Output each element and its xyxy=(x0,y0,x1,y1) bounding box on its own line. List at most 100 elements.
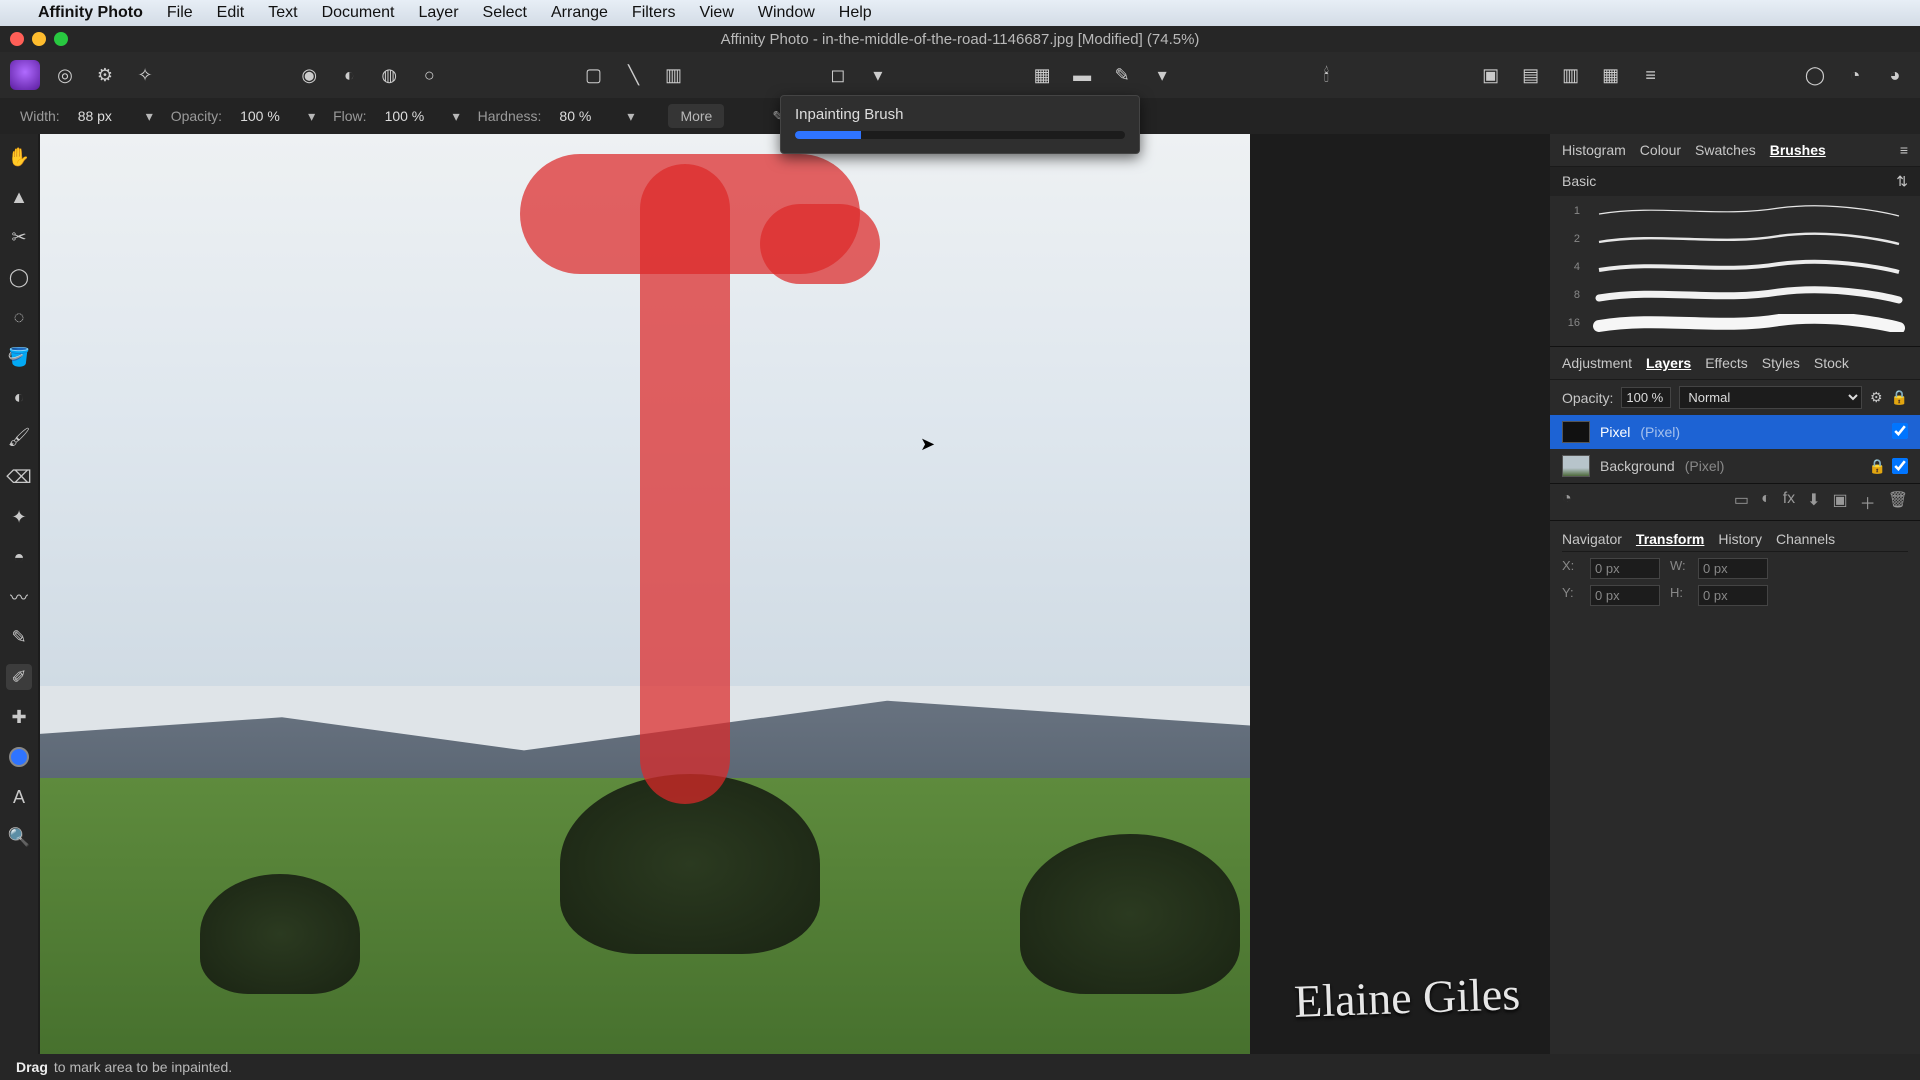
tab-adjustment[interactable]: Adjustment xyxy=(1562,355,1632,371)
arrange-forward-button[interactable]: ▤ xyxy=(1516,60,1546,90)
layer-visibility-checkbox[interactable] xyxy=(1892,423,1908,439)
soft-proof-icon[interactable]: ○ xyxy=(414,60,444,90)
mask-layer-icon[interactable]: ▭ xyxy=(1734,490,1749,514)
blend-ranges-icon[interactable]: ◔ xyxy=(1562,490,1572,514)
transform-h-input[interactable] xyxy=(1698,585,1768,606)
menu-select[interactable]: Select xyxy=(483,4,527,22)
black-white-icon[interactable]: ◐ xyxy=(334,60,364,90)
flow-input[interactable] xyxy=(385,108,435,124)
assistant-icon[interactable]: 🕯 xyxy=(1311,60,1341,90)
more-button[interactable]: More xyxy=(668,104,724,128)
hardness-input[interactable] xyxy=(559,108,609,124)
document-canvas[interactable]: ➤ xyxy=(40,134,1250,1054)
flood-fill-tool[interactable]: 🪣 xyxy=(6,344,32,370)
tab-styles[interactable]: Styles xyxy=(1762,355,1800,371)
tab-transform[interactable]: Transform xyxy=(1636,531,1704,547)
add-pixel-layer-icon[interactable]: ＋ xyxy=(1860,490,1876,514)
selection-mode-line-icon[interactable]: ╲ xyxy=(619,60,649,90)
merge-icon[interactable]: ⬇ xyxy=(1807,490,1820,514)
tab-history[interactable]: History xyxy=(1718,531,1762,547)
snapping-button[interactable]: ▦ xyxy=(1027,60,1057,90)
arrange-backward-button[interactable]: ▥ xyxy=(1556,60,1586,90)
menu-text[interactable]: Text xyxy=(268,4,297,22)
inpainting-brush-tool[interactable]: ✐ xyxy=(6,664,32,690)
width-input[interactable] xyxy=(78,108,128,124)
tab-navigator[interactable]: Navigator xyxy=(1562,531,1622,547)
tab-effects[interactable]: Effects xyxy=(1705,355,1748,371)
tab-channels[interactable]: Channels xyxy=(1776,531,1835,547)
quick-mask-button[interactable]: ◻ xyxy=(823,60,853,90)
colour-swatch[interactable] xyxy=(6,744,32,770)
menu-arrange[interactable]: Arrange xyxy=(551,4,608,22)
layer-visibility-checkbox[interactable] xyxy=(1892,458,1908,474)
clone-brush-tool[interactable]: ✦ xyxy=(6,504,32,530)
flow-dropdown-icon[interactable]: ▾ xyxy=(453,108,460,125)
brush-preset[interactable]: 2 xyxy=(1562,230,1908,248)
selection-mode-lasso-icon[interactable]: ▥ xyxy=(659,60,689,90)
adjustment-layer-icon[interactable]: ◐ xyxy=(1761,490,1771,514)
align-button[interactable]: ≡ xyxy=(1636,60,1666,90)
text-tool[interactable]: A xyxy=(6,784,32,810)
brush-preset[interactable]: 4 xyxy=(1562,258,1908,276)
menu-layer[interactable]: Layer xyxy=(419,4,459,22)
arrange-front-button[interactable]: ▣ xyxy=(1476,60,1506,90)
tab-stock[interactable]: Stock xyxy=(1814,355,1849,371)
arrange-back-button[interactable]: ▦ xyxy=(1596,60,1626,90)
menu-help[interactable]: Help xyxy=(839,4,872,22)
move-tool[interactable]: ▲ xyxy=(6,184,32,210)
toggle-assist-button[interactable]: ✎ xyxy=(1107,60,1137,90)
transform-y-input[interactable] xyxy=(1590,585,1660,606)
width-dropdown-icon[interactable]: ▾ xyxy=(146,108,153,125)
menu-view[interactable]: View xyxy=(699,4,733,22)
liquify-persona-button[interactable]: ⚙ xyxy=(90,60,120,90)
fx-layer-icon[interactable]: fx xyxy=(1783,490,1795,514)
healing-brush-tool[interactable]: ✚ xyxy=(6,704,32,730)
window-minimize-button[interactable] xyxy=(32,32,46,46)
menu-window[interactable]: Window xyxy=(758,4,815,22)
tab-layers[interactable]: Layers xyxy=(1646,355,1691,371)
transform-w-input[interactable] xyxy=(1698,558,1768,579)
tab-colour[interactable]: Colour xyxy=(1640,142,1681,158)
canvas-area[interactable]: ➤ Elaine Giles xyxy=(38,134,1550,1054)
selection-brush-tool[interactable]: ◯ xyxy=(6,264,32,290)
retouch-tool[interactable]: ✎ xyxy=(6,624,32,650)
develop-persona-button[interactable]: ◎ xyxy=(50,60,80,90)
dodge-burn-tool[interactable]: ◓ xyxy=(6,544,32,570)
tab-histogram[interactable]: Histogram xyxy=(1562,142,1626,158)
view-tool[interactable]: ✋ xyxy=(6,144,32,170)
panel-menu-icon[interactable]: ≡ xyxy=(1900,142,1908,158)
group-icon[interactable]: ▣ xyxy=(1833,490,1848,514)
opacity-dropdown-icon[interactable]: ▾ xyxy=(308,108,315,125)
assist-dropdown[interactable]: ▾ xyxy=(1147,60,1177,90)
window-close-button[interactable] xyxy=(10,32,24,46)
colour-wheel-icon[interactable]: ◉ xyxy=(294,60,324,90)
opacity-input[interactable] xyxy=(240,108,290,124)
brush-preset[interactable]: 16 xyxy=(1562,314,1908,332)
menu-document[interactable]: Document xyxy=(322,4,395,22)
blend-gear-icon[interactable]: ⚙ xyxy=(1870,389,1883,406)
export-persona-button[interactable]: ✧ xyxy=(130,60,160,90)
force-pixel-alignment-button[interactable]: ▬ xyxy=(1067,60,1097,90)
window-zoom-button[interactable] xyxy=(54,32,68,46)
rgb-icon[interactable]: ◍ xyxy=(374,60,404,90)
app-menu[interactable]: Affinity Photo xyxy=(38,4,143,22)
menu-filters[interactable]: Filters xyxy=(632,4,676,22)
menu-edit[interactable]: Edit xyxy=(217,4,245,22)
menu-file[interactable]: File xyxy=(167,4,193,22)
tab-swatches[interactable]: Swatches xyxy=(1695,142,1756,158)
hardness-dropdown-icon[interactable]: ▾ xyxy=(627,108,634,125)
delete-layer-icon[interactable]: 🗑 xyxy=(1888,490,1908,514)
transform-x-input[interactable] xyxy=(1590,558,1660,579)
brush-category-dropdown-icon[interactable]: ⇅ xyxy=(1896,173,1908,190)
layer-row[interactable]: Background (Pixel) 🔒 xyxy=(1550,449,1920,483)
brush-preset[interactable]: 1 xyxy=(1562,202,1908,220)
marquee-tool[interactable]: ◌ xyxy=(6,304,32,330)
crop-tool[interactable]: ✂ xyxy=(6,224,32,250)
layer-lock-icon[interactable]: 🔒 xyxy=(1891,389,1908,406)
quick-mask-dropdown[interactable]: ▾ xyxy=(863,60,893,90)
smudge-tool[interactable]: 〰 xyxy=(6,584,32,610)
layer-row[interactable]: Pixel (Pixel) xyxy=(1550,415,1920,449)
paint-brush-tool[interactable]: 🖌 xyxy=(6,424,32,450)
tab-brushes[interactable]: Brushes xyxy=(1770,142,1826,158)
zoom-tool[interactable]: 🔍 xyxy=(6,824,32,850)
